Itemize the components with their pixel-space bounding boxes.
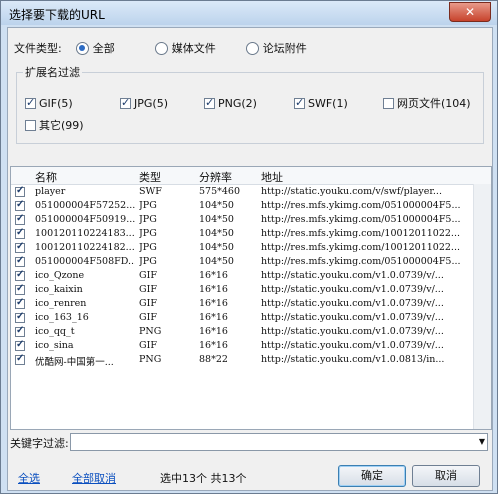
radio-dot-icon <box>245 41 259 55</box>
url-list: 名称 类型 分辨率 地址 playerSWF575*460http://stat… <box>10 166 492 430</box>
table-row[interactable]: 051000004F50919...JPG104*50http://res.mf… <box>11 213 471 227</box>
table-row[interactable]: ico_qq_tPNG16*16http://static.youku.com/… <box>11 325 471 339</box>
checkbox-gif[interactable]: GIF(5) <box>25 96 73 110</box>
column-url[interactable]: 地址 <box>261 169 283 185</box>
checkbox-icon[interactable] <box>15 325 25 337</box>
radio-forum-label: 论坛附件 <box>262 42 307 55</box>
dialog-client: 文件类型: 全部 媒体文件 论坛附件 扩展名过滤 GIF(5) JPG <box>7 27 493 491</box>
radio-dot-icon <box>75 41 89 55</box>
radio-media-label: 媒体文件 <box>171 42 216 55</box>
checkbox-webpage-label: 网页文件(104) <box>397 97 471 110</box>
radio-dot-icon <box>154 41 168 55</box>
checkbox-icon[interactable] <box>15 297 25 309</box>
extension-filter-group: 扩展名过滤 GIF(5) JPG(5) PNG(2) SWF(1) 网页文件(1… <box>16 64 484 144</box>
checkbox-png[interactable]: PNG(2) <box>204 96 257 110</box>
table-row[interactable]: ico_163_16GIF16*16http://static.youku.co… <box>11 311 471 325</box>
table-row[interactable]: 051000004F57252...JPG104*50http://res.mf… <box>11 199 471 213</box>
checkbox-icon[interactable] <box>15 199 25 211</box>
selection-status: 选中13个 共13个 <box>160 472 247 485</box>
checkbox-webpage[interactable]: 网页文件(104) <box>383 96 471 110</box>
deselect-all-link[interactable]: 全部取消 <box>72 470 116 486</box>
checkbox-other-label: 其它(99) <box>39 119 84 132</box>
table-row[interactable]: ico_sinaGIF16*16http://static.youku.com/… <box>11 339 471 353</box>
checkbox-icon[interactable] <box>15 311 25 323</box>
radio-media[interactable]: 媒体文件 <box>154 40 216 56</box>
checkbox-icon[interactable] <box>15 255 25 267</box>
checkbox-swf-label: SWF(1) <box>308 96 348 110</box>
radio-all-label: 全部 <box>92 42 115 55</box>
checkbox-icon[interactable] <box>15 241 25 253</box>
checkbox-jpg[interactable]: JPG(5) <box>120 96 168 110</box>
dialog-window: 选择要下载的URL ✕ 文件类型: 全部 媒体文件 论坛附件 扩展名过滤 GIF… <box>0 0 498 494</box>
table-row[interactable]: ico_renrenGIF16*16http://static.youku.co… <box>11 297 471 311</box>
list-scrollbar[interactable] <box>473 184 491 429</box>
checkbox-gif-label: GIF(5) <box>39 96 73 110</box>
checkbox-icon[interactable] <box>15 213 25 225</box>
checkbox-icon <box>120 96 131 109</box>
list-header: 名称 类型 分辨率 地址 <box>11 167 491 185</box>
window-title: 选择要下载的URL <box>9 8 105 22</box>
file-type-row: 文件类型: 全部 媒体文件 论坛附件 <box>14 40 307 56</box>
table-row[interactable]: 051000004F508FD...JPG104*50http://res.mf… <box>11 255 471 269</box>
column-name[interactable]: 名称 <box>35 169 57 185</box>
column-type[interactable]: 类型 <box>139 169 161 185</box>
column-resolution[interactable]: 分辨率 <box>199 169 232 185</box>
checkbox-icon[interactable] <box>15 269 25 281</box>
checkbox-swf[interactable]: SWF(1) <box>294 96 348 110</box>
table-row[interactable]: 100120110224182...JPG104*50http://res.mf… <box>11 241 471 255</box>
checkbox-icon[interactable] <box>15 283 25 295</box>
keyword-filter-input[interactable]: ▼ <box>70 433 488 451</box>
checkbox-jpg-label: JPG(5) <box>134 96 168 110</box>
checkbox-icon <box>25 119 36 131</box>
table-row[interactable]: playerSWF575*460http://static.youku.com/… <box>11 185 471 199</box>
dropdown-arrow-icon[interactable]: ▼ <box>479 437 485 446</box>
checkbox-icon[interactable] <box>15 185 25 197</box>
checkbox-icon[interactable] <box>15 353 25 365</box>
checkbox-icon[interactable] <box>15 339 25 351</box>
checkbox-icon <box>383 97 394 109</box>
radio-forum[interactable]: 论坛附件 <box>245 40 307 56</box>
file-type-label: 文件类型: <box>14 42 62 55</box>
keyword-filter: 关键字过滤: ▼ <box>10 432 488 454</box>
checkbox-png-label: PNG(2) <box>218 96 257 110</box>
close-icon[interactable]: ✕ <box>449 2 491 22</box>
select-all-link[interactable]: 全选 <box>18 470 40 486</box>
checkbox-icon <box>25 96 36 109</box>
radio-all[interactable]: 全部 <box>75 40 115 56</box>
table-row[interactable]: ico_kaixinGIF16*16http://static.youku.co… <box>11 283 471 297</box>
table-row[interactable]: 100120110224183...JPG104*50http://res.mf… <box>11 227 471 241</box>
cancel-button[interactable]: 取消 <box>412 465 480 487</box>
table-row[interactable]: 优酷网-中国第一...PNG88*22http://static.youku.c… <box>11 353 471 368</box>
extension-filter-legend: 扩展名过滤 <box>25 66 80 79</box>
checkbox-icon[interactable] <box>15 227 25 239</box>
checkbox-icon <box>204 96 215 109</box>
title-bar: 选择要下载的URL ✕ <box>1 1 497 25</box>
checkbox-icon <box>294 96 305 109</box>
checkbox-other[interactable]: 其它(99) <box>25 118 84 132</box>
dialog-footer: 全选 全部取消 选中13个 共13个 确定 取消 <box>8 458 492 490</box>
ok-button[interactable]: 确定 <box>338 465 406 487</box>
table-row[interactable]: ico_QzoneGIF16*16http://static.youku.com… <box>11 269 471 283</box>
keyword-filter-label: 关键字过滤: <box>10 437 69 450</box>
